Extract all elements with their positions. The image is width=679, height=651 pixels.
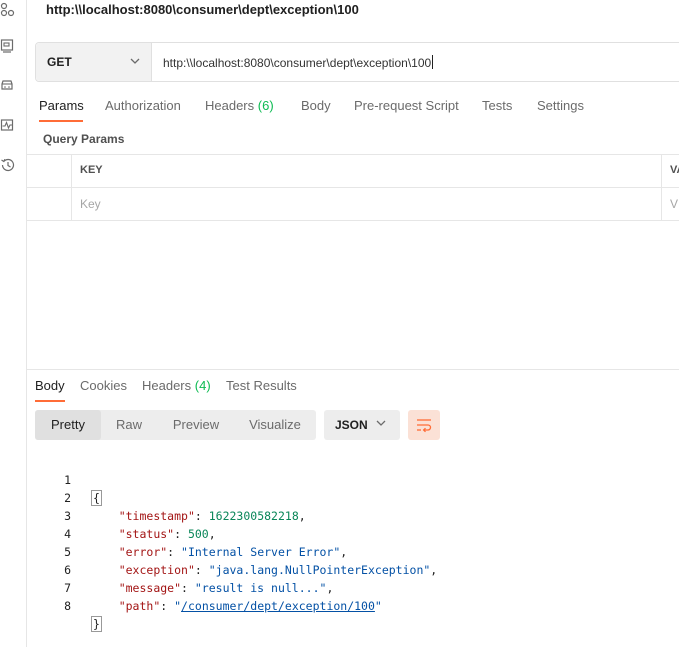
- json-value: "result is null...": [194, 581, 327, 595]
- active-tab-indicator: [39, 120, 83, 122]
- tab-label: Headers: [205, 98, 255, 113]
- tab-label: Authorization: [105, 98, 181, 113]
- tab-label: Cookies: [80, 378, 127, 393]
- url-input[interactable]: http:\\localhost:8080\consumer\dept\exce…: [163, 55, 434, 70]
- tab-pre-request-script[interactable]: Pre-request Script: [354, 98, 459, 113]
- format-select[interactable]: JSON: [324, 410, 400, 440]
- wrap-lines-button[interactable]: [408, 410, 440, 440]
- tab-label: Headers: [142, 378, 192, 393]
- tab-label: Pre-request Script: [354, 98, 459, 113]
- raw-option[interactable]: Raw: [101, 410, 157, 440]
- request-title[interactable]: http:\\localhost:8080\consumer\dept\exce…: [46, 2, 359, 17]
- code-line: 8 }: [35, 579, 102, 632]
- tab-count: (6): [257, 98, 274, 113]
- apis-icon[interactable]: [0, 2, 16, 18]
- value-column-header: VA: [670, 164, 679, 176]
- open-brace: {: [91, 490, 102, 506]
- query-params-title: Query Params: [43, 132, 125, 146]
- url-bar: GET http:\\localhost:8080\consumer\dept\…: [35, 42, 679, 82]
- tab-params[interactable]: Params: [39, 98, 84, 113]
- pretty-option[interactable]: Pretty: [35, 410, 101, 440]
- json-value: "Internal Server Error": [181, 545, 341, 559]
- code-line: 2 "timestamp": 1622300582218,: [35, 471, 306, 523]
- mock-server-icon[interactable]: [0, 38, 16, 54]
- column-divider: [71, 188, 72, 220]
- chevron-down-icon: [130, 58, 140, 64]
- query-params-table: KEY VA Key V: [27, 154, 679, 221]
- environments-icon[interactable]: [0, 78, 16, 94]
- tab-label: Test Results: [226, 378, 297, 393]
- tab-authorization[interactable]: Authorization: [105, 98, 181, 113]
- left-rail: [0, 0, 27, 647]
- view-mode-toggle: Pretty Raw Preview Visualize: [35, 410, 316, 440]
- json-key: "exception": [118, 563, 195, 577]
- text-caret: [432, 55, 434, 69]
- json-key: "error": [118, 545, 168, 559]
- response-divider[interactable]: [27, 369, 679, 370]
- response-body-code[interactable]: 1 { 2 "timestamp": 1622300582218, 3 "sta…: [35, 453, 437, 632]
- format-label: JSON: [335, 418, 368, 432]
- line-number: 8: [64, 599, 71, 613]
- table-row: Key V: [27, 188, 679, 221]
- tab-label: Tests: [482, 98, 513, 113]
- tab-label: Body: [301, 98, 331, 113]
- tab-tests[interactable]: Tests: [482, 98, 512, 113]
- url-text: http:\\localhost:8080\consumer\dept\exce…: [163, 56, 432, 70]
- code-line: 4 "error": "Internal Server Error",: [35, 507, 347, 559]
- code-line: 1 {: [35, 453, 102, 506]
- code-line: 6 "message": "result is null...",: [35, 543, 333, 595]
- tab-count: (4): [194, 378, 211, 393]
- close-brace: }: [91, 616, 102, 632]
- path-link[interactable]: /consumer/dept/exception/100: [181, 599, 375, 613]
- key-column-header: KEY: [80, 164, 103, 176]
- json-key: "path": [118, 599, 161, 613]
- code-line: 3 "status": 500,: [35, 489, 216, 541]
- json-value: 500: [187, 527, 209, 541]
- method-select[interactable]: GET: [36, 43, 152, 81]
- active-response-tab-indicator: [35, 400, 65, 402]
- table-header-row: KEY VA: [27, 155, 679, 188]
- json-key: "status": [118, 527, 175, 541]
- column-divider: [71, 155, 72, 187]
- tab-response-body[interactable]: Body: [35, 378, 65, 393]
- method-label: GET: [47, 55, 72, 69]
- value-input[interactable]: V: [670, 197, 678, 211]
- column-divider: [661, 155, 662, 187]
- history-icon[interactable]: [0, 157, 16, 173]
- key-input[interactable]: Key: [80, 197, 101, 211]
- column-divider: [661, 188, 662, 220]
- tab-headers[interactable]: Headers (6): [205, 98, 274, 113]
- monitors-icon[interactable]: [0, 118, 16, 134]
- preview-option[interactable]: Preview: [161, 410, 231, 440]
- code-line: 7 "path": "/consumer/dept/exception/100": [35, 561, 382, 613]
- tab-label: Body: [35, 378, 65, 393]
- tab-test-results[interactable]: Test Results: [226, 378, 297, 393]
- tab-response-headers[interactable]: Headers (4): [142, 378, 211, 393]
- wrap-lines-icon: [417, 419, 432, 433]
- json-key: "message": [118, 581, 182, 595]
- tab-cookies[interactable]: Cookies: [80, 378, 127, 393]
- visualize-option[interactable]: Visualize: [239, 410, 311, 440]
- code-line: 5 "exception": "java.lang.NullPointerExc…: [35, 525, 437, 577]
- chevron-down-icon: [376, 420, 386, 426]
- tab-label: Settings: [537, 98, 584, 113]
- tab-body[interactable]: Body: [301, 98, 331, 113]
- tab-settings[interactable]: Settings: [537, 98, 584, 113]
- tab-label: Params: [39, 98, 84, 113]
- json-key: "timestamp": [118, 509, 195, 523]
- json-value: "java.lang.NullPointerException": [208, 563, 431, 577]
- json-value: 1622300582218: [208, 509, 299, 523]
